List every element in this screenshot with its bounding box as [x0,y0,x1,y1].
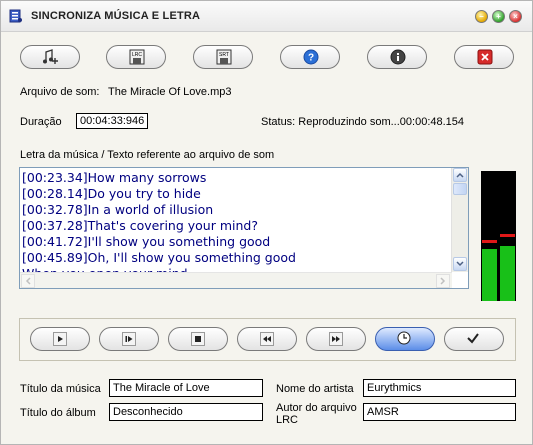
stop-button[interactable] [168,327,228,351]
chevron-left-icon [25,277,31,285]
play-icon [58,336,63,342]
add-music-icon [43,49,58,64]
confirm-button[interactable] [444,327,504,351]
app-icon [9,9,22,23]
scroll-thumb[interactable] [453,183,467,195]
horizontal-scrollbar[interactable] [20,272,452,288]
album-field[interactable]: Desconhecido [109,403,263,421]
close-icon: × [513,12,518,21]
info-button[interactable] [367,45,427,69]
help-button[interactable]: ? [280,45,340,69]
lrc-label: LRC [132,52,142,58]
lyrics-textarea[interactable]: [00:23.34]How many sorrows [00:28.14]Do … [19,167,469,289]
sync-clock-button[interactable] [375,327,435,351]
album-label: Título do álbum [20,407,96,419]
add-music-button[interactable] [20,45,80,69]
close-window-button[interactable]: × [509,10,522,23]
rewind-icon [263,336,271,342]
lyrics-line: [00:37.28]That's covering your mind? [22,218,258,233]
artist-label: Nome do artista [276,383,354,395]
scroll-up-arrow[interactable] [453,168,467,182]
lyrics-line: [00:28.14]Do you try to hide [22,186,201,201]
file-value: The Miracle Of Love.mp3 [108,86,232,98]
transport-panel [19,318,516,361]
duration-label: Duração [20,116,62,128]
help-icon: ? [303,49,319,65]
pause-icon [125,336,133,342]
lyrics-line: [00:23.34]How many sorrows [22,170,207,185]
main-window: SINCRONIZA MÚSICA E LETRA – + × LRC SRT … [0,0,533,445]
title-bar[interactable]: SINCRONIZA MÚSICA E LETRA – + × [1,1,532,32]
stop-icon [195,336,201,342]
vu-right-channel [500,246,515,301]
window-title: SINCRONIZA MÚSICA E LETRA [31,10,201,22]
checkmark-icon [467,333,479,344]
file-label: Arquivo de som: [20,86,100,98]
maximize-icon: + [496,12,501,21]
exit-icon [477,49,493,65]
scroll-down-arrow[interactable] [453,257,467,271]
chevron-down-icon [456,261,464,267]
save-lrc-icon: LRC [129,49,145,65]
chevron-up-icon [456,172,464,178]
duration-value: 00:04:33:946 [76,113,149,129]
lyrics-lines: [00:23.34]How many sorrows [00:28.14]Do … [22,170,452,282]
clock-icon [397,331,411,345]
lyrics-line: [00:41.72]I'll show you something good [22,234,271,249]
save-srt-button[interactable]: SRT [193,45,253,69]
chevron-right-icon [440,277,446,285]
scroll-left-arrow[interactable] [21,274,35,288]
maximize-button[interactable]: + [492,10,505,23]
song-title-field[interactable]: The Miracle of Love [109,379,263,397]
fast-forward-icon [332,336,340,342]
lrc-author-field[interactable]: AMSR [363,403,516,421]
srt-label: SRT [219,52,229,58]
lyrics-line: [00:45.89]Oh, I'll show you something go… [22,250,296,265]
exit-button[interactable] [454,45,514,69]
minimize-icon: – [479,12,484,21]
vu-meter [481,171,516,301]
lrc-author-label: Autor do arquivo LRC [276,402,357,426]
song-title-label: Título da música [20,383,101,395]
pause-button[interactable] [99,327,159,351]
vu-left-channel [482,249,497,301]
artist-field[interactable]: Eurythmics [363,379,516,397]
save-srt-icon: SRT [216,49,232,65]
vertical-scrollbar[interactable] [451,168,468,272]
rewind-button[interactable] [237,327,297,351]
play-button[interactable] [30,327,90,351]
lyrics-label: Letra da música / Texto referente ao arq… [20,149,275,161]
lyrics-line: [00:32.78]In a world of illusion [22,202,214,217]
vu-left-peak [482,239,497,243]
svg-text:?: ? [308,53,314,64]
vu-right-peak [500,234,515,238]
status-text: Status: Reproduzindo som...00:00:48.154 [261,116,465,128]
minimize-button[interactable]: – [475,10,488,23]
scroll-right-arrow[interactable] [436,274,450,288]
fast-forward-button[interactable] [306,327,366,351]
info-icon [390,49,406,65]
save-lrc-button[interactable]: LRC [106,45,166,69]
